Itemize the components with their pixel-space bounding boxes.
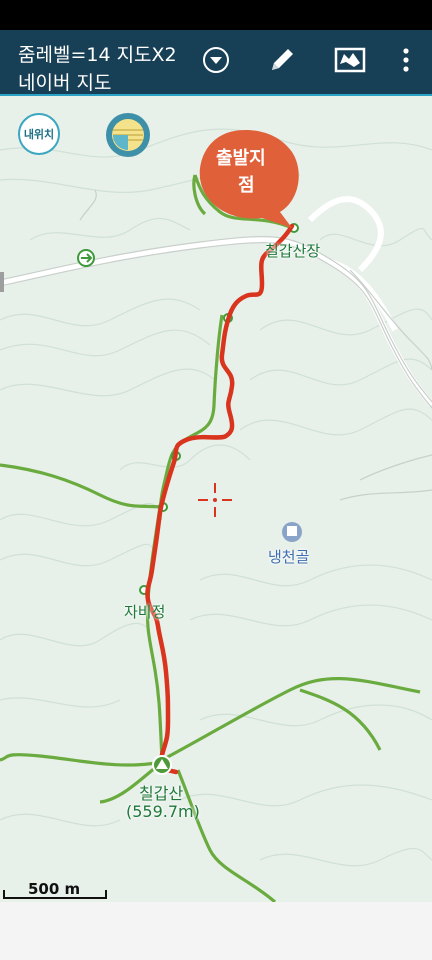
my-location-label: 내위치 bbox=[23, 128, 55, 141]
place-label-chilgap-sanjang: 칠갑산장 bbox=[265, 242, 321, 260]
dropdown-icon[interactable] bbox=[196, 40, 236, 80]
bottom-panel bbox=[0, 902, 432, 960]
map-name-label: 네이버 지도 bbox=[18, 72, 112, 94]
summit-elevation-label: (559.7m) bbox=[126, 802, 200, 821]
edge-handle bbox=[0, 272, 4, 292]
map-view[interactable]: 출발지 점 칠갑산장 냉천골 자비정 칠갑산 (559.7m) 내위치 bbox=[0, 96, 432, 902]
gps-track bbox=[145, 223, 295, 775]
more-vert-icon[interactable] bbox=[386, 40, 426, 80]
start-marker-label-2: 점 bbox=[238, 175, 255, 196]
layer-toggle-button[interactable] bbox=[106, 113, 150, 157]
summit-name-label: 칠갑산 bbox=[139, 784, 184, 803]
place-label-jabijeong: 자비정 bbox=[124, 603, 166, 621]
zoom-level-label: 줌레벨=14 지도X2 bbox=[18, 44, 177, 66]
status-bar bbox=[0, 0, 432, 30]
poi-marker bbox=[282, 522, 302, 542]
trail-arrow-icon bbox=[77, 249, 95, 267]
map-canvas bbox=[0, 128, 432, 902]
center-crosshair bbox=[198, 483, 232, 517]
trail-nodes bbox=[139, 223, 299, 595]
striped-layer-icon bbox=[112, 119, 144, 151]
scale-label: 500 m bbox=[28, 880, 81, 898]
place-label-naengcheongol: 냉천골 bbox=[268, 548, 310, 566]
map-layers-icon[interactable] bbox=[330, 40, 370, 80]
my-location-button[interactable]: 내위치 bbox=[18, 113, 60, 155]
summit-marker bbox=[152, 755, 172, 775]
start-marker-label-1: 출발지 bbox=[216, 148, 266, 169]
pencil-icon[interactable] bbox=[262, 40, 302, 80]
app-bar: 줌레벨=14 지도X2 네이버 지도 bbox=[0, 30, 432, 96]
road-edges bbox=[0, 189, 432, 501]
